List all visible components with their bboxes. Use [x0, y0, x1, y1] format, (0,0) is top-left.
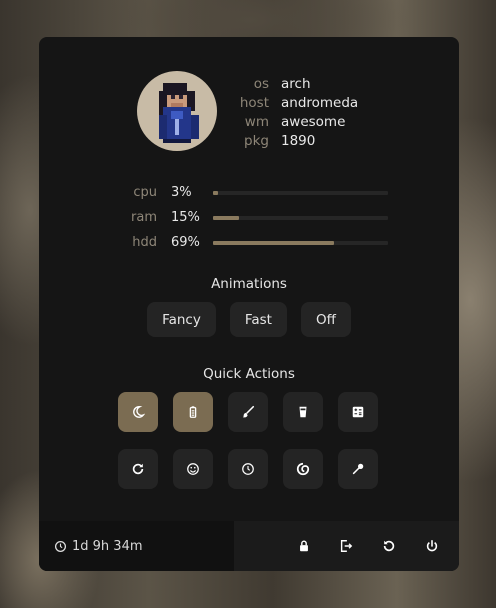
clock-icon [242, 463, 254, 475]
quick-action-refresh[interactable] [118, 449, 158, 489]
restart-button[interactable] [374, 531, 404, 561]
quick-actions-grid [118, 392, 378, 489]
uptime: 1d 9h 34m [39, 521, 234, 571]
calculator-icon [352, 406, 364, 418]
stat-bar-fill [213, 240, 334, 245]
system-info-value: awesome [281, 114, 346, 130]
refresh-icon [132, 463, 144, 475]
quick-action-clock[interactable] [228, 449, 268, 489]
footer-bar: 1d 9h 34m [39, 521, 459, 571]
system-info-row: os arch [229, 75, 358, 94]
resource-stats: cpu 3% ram 15% hdd 69% [119, 180, 419, 255]
eyedropper-icon [352, 463, 364, 475]
stat-cpu: cpu 3% [119, 180, 419, 205]
lock-button[interactable] [289, 531, 319, 561]
system-info-value: andromeda [281, 95, 359, 111]
stat-bar-fill [213, 190, 219, 195]
stat-percent: 15% [171, 210, 200, 225]
quick-action-battery[interactable] [173, 392, 213, 432]
stat-percent: 69% [171, 235, 200, 250]
logout-icon [341, 540, 353, 552]
system-info: os arch host andromeda wm awesome pkg 1890 [229, 75, 358, 151]
stat-bar-fill [213, 215, 240, 220]
system-info-row: pkg 1890 [229, 132, 358, 151]
moon-icon [262, 540, 268, 552]
stat-bar-track [213, 215, 388, 220]
stat-hdd: hdd 69% [119, 230, 419, 255]
power-icon [426, 539, 437, 552]
quick-actions-title: Quick Actions [203, 366, 295, 382]
stat-ram: ram 15% [119, 205, 419, 230]
system-info-value: arch [281, 76, 311, 92]
glass-icon [299, 406, 307, 418]
quick-action-brush[interactable] [228, 392, 268, 432]
system-info-value: 1890 [281, 133, 316, 149]
swirl-icon [296, 462, 310, 476]
uptime-text: 1d 9h 34m [72, 538, 143, 554]
stat-label: hdd [132, 235, 157, 250]
avatar [137, 71, 217, 151]
quick-action-glass[interactable] [283, 392, 323, 432]
system-info-key: os [253, 76, 269, 92]
stat-bar-track [213, 240, 388, 245]
quick-action-calculator[interactable] [338, 392, 378, 432]
smiley-icon [187, 463, 199, 475]
system-info-key: wm [244, 114, 269, 130]
system-info-key: host [239, 95, 269, 111]
system-info-row: wm awesome [229, 113, 358, 132]
animations-title: Animations [211, 276, 287, 292]
animation-options: Fancy Fast Off [39, 302, 459, 337]
sleep-button[interactable] [246, 531, 276, 561]
quick-action-eyedropper[interactable] [338, 449, 378, 489]
stat-label: ram [131, 210, 157, 225]
quick-action-emoji[interactable] [173, 449, 213, 489]
quick-action-swirl[interactable] [283, 449, 323, 489]
system-info-row: host andromeda [229, 94, 358, 113]
brush-icon [242, 405, 255, 418]
power-button[interactable] [417, 531, 447, 561]
stat-label: cpu [133, 185, 157, 200]
system-info-key: pkg [244, 133, 269, 149]
moon-icon [133, 406, 145, 418]
animation-off-button[interactable]: Off [300, 302, 351, 337]
session-actions [234, 521, 459, 571]
pixel-character-image [159, 83, 199, 143]
stat-bar-track [213, 190, 388, 195]
stat-percent: 3% [171, 185, 192, 200]
quick-action-moon[interactable] [118, 392, 158, 432]
restart-icon [383, 540, 395, 552]
lock-icon [299, 540, 308, 552]
clock-icon [54, 540, 67, 552]
control-center-panel: os arch host andromeda wm awesome pkg 1890 c… [39, 37, 459, 571]
animation-fancy-button[interactable]: Fancy [147, 302, 216, 337]
logout-button[interactable] [331, 531, 361, 561]
animation-fast-button[interactable]: Fast [229, 302, 287, 337]
battery-icon [189, 406, 197, 418]
